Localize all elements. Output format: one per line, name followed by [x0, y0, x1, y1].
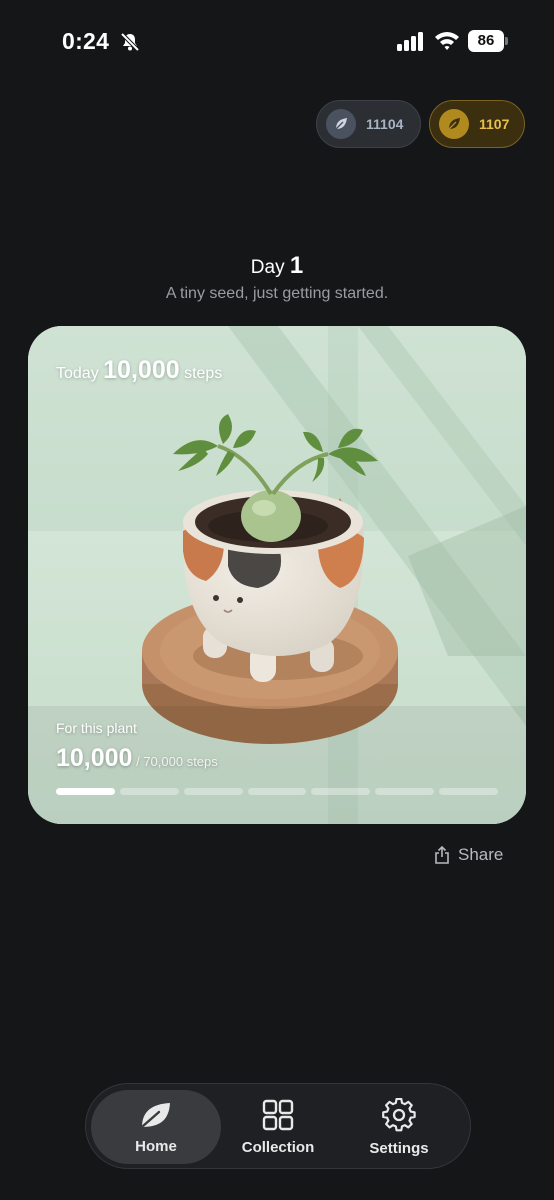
share-label: Share	[458, 845, 504, 864]
wifi-icon	[435, 32, 459, 50]
leaf-currency-pill[interactable]: 11104	[316, 100, 421, 148]
plant-progress: 10,000 / 70,000 steps	[56, 744, 218, 773]
plant-steps-value: 10,000	[56, 744, 133, 772]
today-steps-value: 10,000	[103, 356, 180, 384]
progress-segment	[183, 788, 243, 795]
battery-indicator: 86	[468, 30, 508, 52]
cellular-signal-icon	[397, 32, 423, 51]
status-bar: 0:24 86	[0, 26, 554, 58]
progress-segment	[56, 788, 115, 795]
tab-home[interactable]: Home	[91, 1090, 221, 1164]
gold-leaf-icon	[439, 109, 469, 139]
gold-currency-pill[interactable]: 1107	[429, 100, 525, 148]
battery-level: 86	[468, 30, 504, 52]
day-heading: Day 1	[0, 252, 554, 280]
tab-collection-label: Collection	[241, 1138, 315, 1156]
leaf-icon	[141, 1102, 170, 1127]
battery-nub	[505, 37, 508, 45]
tab-home-label: Home	[135, 1137, 177, 1155]
progress-segments	[56, 788, 499, 795]
share-button[interactable]: Share	[434, 844, 503, 866]
status-time: 0:24	[62, 28, 110, 54]
tab-settings-label: Settings	[369, 1139, 429, 1157]
tab-settings[interactable]: Settings	[334, 1090, 464, 1164]
today-prefix: Today	[56, 365, 99, 382]
progress-segment	[247, 788, 307, 795]
plant-goal: / 70,000 steps	[136, 754, 218, 769]
gear-icon	[382, 1097, 416, 1131]
share-icon	[435, 846, 449, 864]
progress-segment	[119, 788, 179, 795]
gold-currency-value: 1107	[479, 116, 510, 132]
leaf-currency-value: 11104	[366, 116, 404, 132]
bell-muted-icon	[120, 32, 140, 52]
progress-segment	[439, 788, 499, 795]
day-subtitle: A tiny seed, just getting started.	[165, 285, 389, 302]
progress-segment	[375, 788, 435, 795]
grid-icon	[262, 1099, 294, 1130]
plant-card[interactable]: Today 10,000 steps For this plant 10,000…	[28, 326, 526, 824]
day-label: Day	[250, 257, 285, 278]
bottom-tab-bar: Home Collection Settings	[85, 1083, 471, 1169]
today-steps: Today 10,000 steps	[56, 356, 222, 385]
today-suffix: steps	[184, 365, 223, 382]
day-number: 1	[289, 252, 304, 279]
tab-collection[interactable]: Collection	[213, 1090, 343, 1164]
progress-segment	[311, 788, 371, 795]
for-plant-label: For this plant	[56, 720, 137, 736]
leaf-icon	[326, 109, 356, 139]
